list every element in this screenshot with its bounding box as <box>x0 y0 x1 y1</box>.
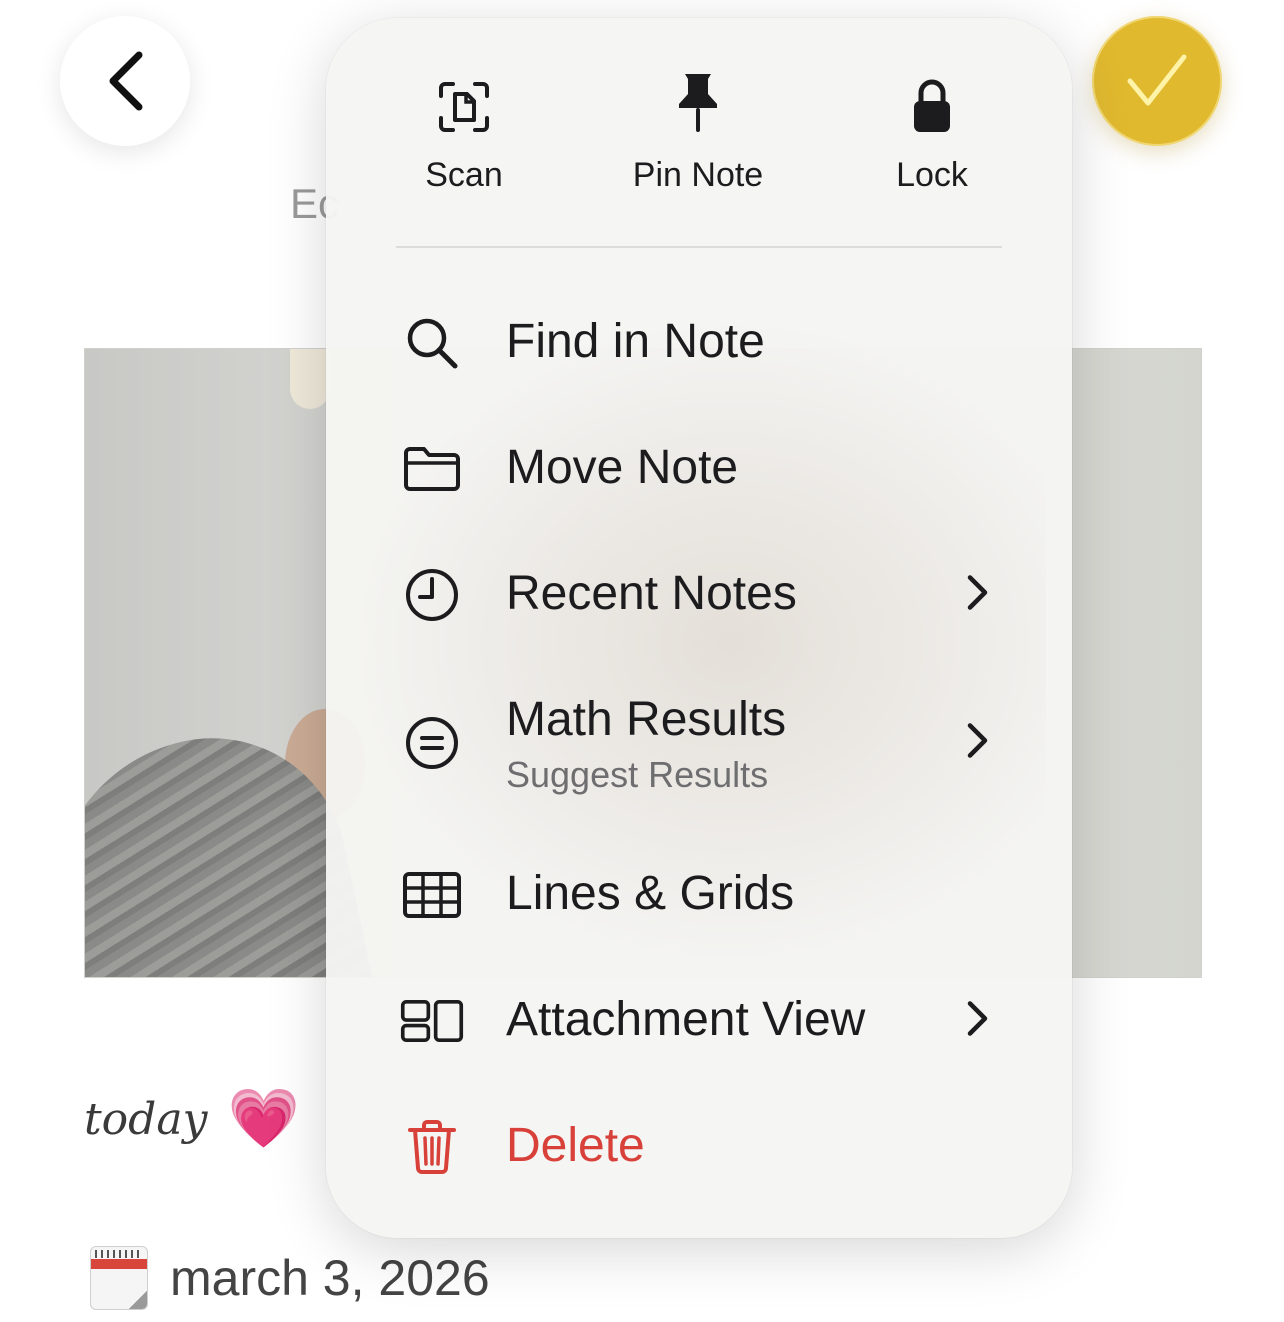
menu-item-subtitle: Suggest Results <box>506 754 769 795</box>
lock-button[interactable]: Lock <box>822 68 1042 218</box>
menu-item-lines-grids[interactable]: Lines & Grids <box>326 840 1072 950</box>
chevron-right-icon <box>967 1001 988 1036</box>
menu-item-label: Attachment View <box>506 993 866 1046</box>
lock-icon <box>914 79 950 132</box>
date-line: march 3, 2026 <box>90 1246 490 1310</box>
scan-label: Scan <box>425 156 503 194</box>
grid-icon <box>403 872 461 918</box>
checkmark-icon <box>1127 54 1187 106</box>
menu-item-attachment-view[interactable]: Attachment View <box>326 966 1072 1076</box>
back-button[interactable] <box>60 16 190 146</box>
note-options-menu: Scan Pin Note Lock Find in Note Move Not… <box>326 18 1072 1238</box>
menu-item-recent-notes[interactable]: Recent Notes <box>326 540 1072 650</box>
today-line: today 💗 <box>84 1090 300 1148</box>
menu-item-delete[interactable]: Delete <box>326 1092 1072 1202</box>
chevron-right-icon <box>967 575 988 610</box>
clock-icon <box>406 569 458 621</box>
done-button[interactable] <box>1092 16 1222 146</box>
folder-icon <box>404 447 460 491</box>
heart-emoji: 💗 <box>227 1086 300 1151</box>
menu-item-math-results[interactable]: Math Results Suggest Results <box>326 678 1072 808</box>
scan-document-icon <box>439 82 489 132</box>
date-text: march 3, 2026 <box>170 1250 490 1306</box>
today-text: today <box>84 1093 208 1145</box>
quick-actions-row: Scan Pin Note Lock <box>326 68 1072 218</box>
menu-item-label: Find in Note <box>506 315 765 368</box>
chevron-left-icon <box>109 51 143 111</box>
calendar-icon <box>90 1246 148 1310</box>
pin-icon <box>679 74 717 132</box>
menu-item-label: Delete <box>506 1119 645 1172</box>
menu-item-label: Math Results <box>506 693 787 746</box>
menu-item-move-note[interactable]: Move Note <box>326 414 1072 524</box>
pin-note-label: Pin Note <box>632 156 764 194</box>
menu-divider <box>396 246 1002 248</box>
pin-note-button[interactable]: Pin Note <box>588 68 808 218</box>
trash-icon <box>408 1120 456 1174</box>
menu-item-label: Lines & Grids <box>506 867 795 920</box>
search-icon <box>407 318 458 369</box>
lock-label: Lock <box>896 156 968 194</box>
scan-button[interactable]: Scan <box>354 68 574 218</box>
equal-circle-icon <box>406 717 458 769</box>
chevron-right-icon <box>967 723 988 758</box>
menu-item-find-in-note[interactable]: Find in Note <box>326 288 1072 398</box>
photo-detail <box>290 349 330 409</box>
attachment-layout-icon <box>400 999 464 1043</box>
menu-item-label: Recent Notes <box>506 567 797 620</box>
menu-item-label: Move Note <box>506 441 739 494</box>
